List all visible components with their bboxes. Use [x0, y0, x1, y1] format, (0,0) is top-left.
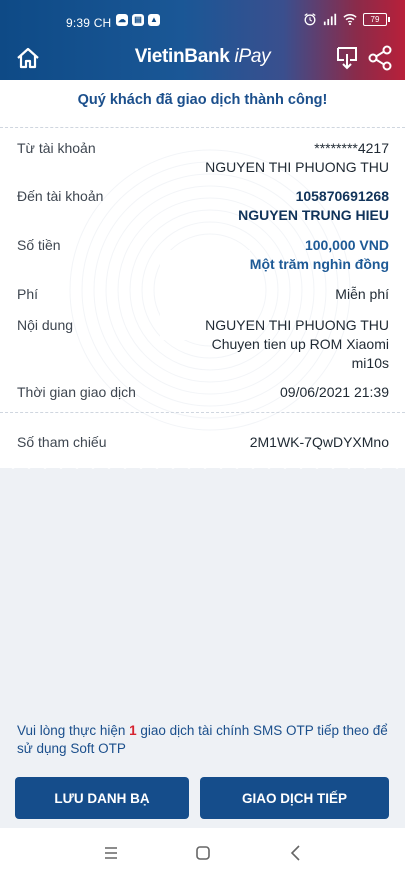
- menu-icon[interactable]: [100, 842, 122, 864]
- content-value: NGUYEN THI PHUONG THU Chuyen tien up ROM…: [205, 316, 389, 373]
- reference-label: Số tham chiếu: [17, 434, 107, 450]
- app-header: 9:39 CH ☁ ▤ ▲ 79 VietinBank iPay: [0, 0, 405, 80]
- signal-icon: [323, 13, 337, 26]
- next-transaction-button[interactable]: GIAO DỊCH TIẾP: [200, 777, 389, 819]
- amount-number: 100,000 VND: [304, 237, 389, 253]
- notes-app-icon: ▤: [132, 14, 144, 26]
- content-line-2: Chuyen tien up ROM Xiaomi: [211, 336, 389, 352]
- share-icon[interactable]: [367, 44, 393, 72]
- fee-value: Miễn phí: [335, 286, 389, 302]
- alarm-icon: [304, 13, 316, 26]
- download-icon[interactable]: [335, 44, 359, 72]
- status-bar: 9:39 CH ☁ ▤ ▲ 79: [0, 0, 405, 40]
- to-account-number: 105870691268: [295, 188, 389, 204]
- fee-label: Phí: [17, 286, 39, 302]
- amount-label: Số tiền: [17, 237, 61, 253]
- brand-main: VietinBank: [134, 46, 230, 67]
- reference-value: 2M1WK-7QwDYXMno: [249, 434, 389, 450]
- receipt-torn-edge: [0, 462, 405, 469]
- nav-bar: VietinBank iPay: [0, 40, 405, 80]
- success-message: Quý khách đã giao dịch thành công!: [77, 92, 328, 108]
- to-account-name: NGUYEN TRUNG HIEU: [238, 207, 389, 223]
- wifi-icon: [343, 14, 357, 26]
- to-account-value: 105870691268 NGUYEN TRUNG HIEU: [238, 187, 389, 225]
- from-account-value: ********4217 NGUYEN THI PHUONG THU: [205, 139, 389, 177]
- amount-in-words: Một trăm nghìn đồng: [249, 256, 389, 272]
- divider: [0, 127, 405, 128]
- otp-remaining-count: 1: [129, 723, 137, 738]
- cloud-app-icon: ☁: [116, 14, 128, 26]
- amount-value: 100,000 VND Một trăm nghìn đồng: [250, 236, 389, 274]
- content-line-1: NGUYEN THI PHUONG THU: [205, 317, 389, 333]
- vietinbank-app-icon: ▲: [148, 14, 160, 26]
- status-indicators: 79: [303, 12, 390, 26]
- otp-notice-prefix: Vui lòng thực hiện: [17, 723, 130, 738]
- brand-sub: iPay: [234, 46, 271, 67]
- save-contact-button[interactable]: LƯU DANH BẠ: [15, 777, 189, 819]
- to-account-label: Đến tài khoản: [17, 188, 104, 204]
- back-icon[interactable]: [285, 842, 307, 864]
- content-line-3: mi10s: [351, 355, 389, 371]
- divider: [0, 412, 405, 413]
- system-nav-bar: [0, 828, 405, 878]
- notification-icons: ☁ ▤ ▲: [116, 14, 160, 26]
- from-account-number: ********4217: [314, 140, 389, 156]
- from-account-name: NGUYEN THI PHUONG THU: [205, 159, 389, 175]
- transaction-receipt: Quý khách đã giao dịch thành công! Từ tà…: [0, 80, 405, 468]
- soft-otp-notice: Vui lòng thực hiện 1 giao dịch tài chính…: [17, 722, 392, 758]
- home-square-icon[interactable]: [192, 842, 214, 864]
- status-time: 9:39 CH: [66, 16, 112, 30]
- from-account-label: Từ tài khoản: [17, 140, 96, 156]
- transaction-time-value: 09/06/2021 21:39: [280, 384, 389, 400]
- transaction-time-label: Thời gian giao dịch: [17, 384, 136, 400]
- content-label: Nội dung: [17, 317, 74, 333]
- battery-icon: 79: [363, 12, 390, 26]
